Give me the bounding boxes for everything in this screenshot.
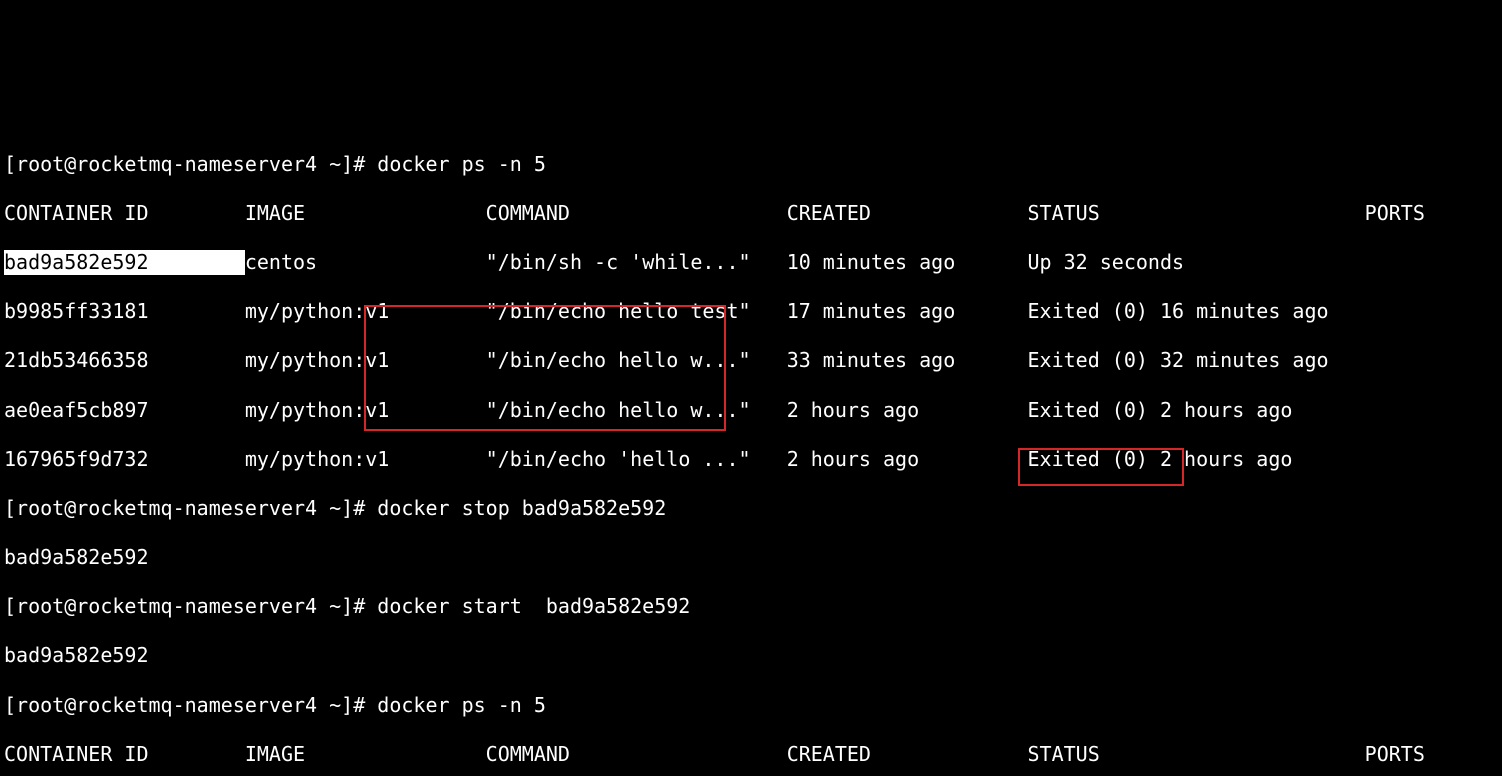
command-docker-ps: docker ps -n 5 bbox=[377, 693, 546, 717]
shell-prompt: [root@rocketmq-nameserver4 ~]# bbox=[4, 152, 377, 176]
col-ports: PORTS bbox=[1365, 742, 1485, 767]
cell-command: "/bin/sh -c 'while..." bbox=[486, 250, 787, 275]
output-line: bad9a582e592 bbox=[4, 545, 1498, 570]
table-row: ae0eaf5cb897 my/python:v1 "/bin/echo hel… bbox=[4, 398, 1498, 423]
cell-status: Up 32 seconds bbox=[1028, 250, 1365, 275]
shell-prompt: [root@rocketmq-nameserver4 ~]# bbox=[4, 693, 377, 717]
prompt-line: [root@rocketmq-nameserver4 ~]# docker ps… bbox=[4, 693, 1498, 718]
cell-image: my/python:v1 bbox=[245, 299, 486, 324]
col-command: COMMAND bbox=[486, 201, 787, 226]
output-line: bad9a582e592 bbox=[4, 643, 1498, 668]
cell-status: Exited (0) 32 minutes ago bbox=[1028, 348, 1365, 373]
cell-created: 33 minutes ago bbox=[787, 348, 1028, 373]
command-docker-ps: docker ps -n 5 bbox=[377, 152, 546, 176]
cell-image: my/python:v1 bbox=[245, 348, 486, 373]
cell-status: Exited (0) 16 minutes ago bbox=[1028, 299, 1365, 324]
col-status: STATUS bbox=[1028, 742, 1365, 767]
col-created: CREATED bbox=[787, 742, 1028, 767]
command-docker-start: docker start bad9a582e592 bbox=[377, 594, 690, 618]
cell-image: my/python:v1 bbox=[245, 398, 486, 423]
cell-command: "/bin/echo hello w..." bbox=[486, 348, 787, 373]
command-docker-stop: docker stop bad9a582e592 bbox=[377, 496, 666, 520]
cell-command: "/bin/echo hello test" bbox=[486, 299, 787, 324]
cell-command: "/bin/echo 'hello ..." bbox=[486, 447, 787, 472]
col-created: CREATED bbox=[787, 201, 1028, 226]
col-status: STATUS bbox=[1028, 201, 1365, 226]
container-id-selected[interactable]: bad9a582e592 bbox=[4, 250, 245, 275]
stop-output: bad9a582e592 bbox=[4, 545, 149, 569]
cell-status: Exited (0) 2 hours ago bbox=[1028, 447, 1365, 472]
col-ports: PORTS bbox=[1365, 201, 1485, 226]
col-container-id: CONTAINER ID bbox=[4, 742, 245, 767]
table-row: b9985ff33181 my/python:v1 "/bin/echo hel… bbox=[4, 299, 1498, 324]
prompt-line: [root@rocketmq-nameserver4 ~]# docker st… bbox=[4, 496, 1498, 521]
cell-image: centos bbox=[245, 250, 486, 275]
table-row: 167965f9d732 my/python:v1 "/bin/echo 'he… bbox=[4, 447, 1498, 472]
shell-prompt: [root@rocketmq-nameserver4 ~]# bbox=[4, 496, 377, 520]
start-output: bad9a582e592 bbox=[4, 643, 149, 667]
cell-container-id: ae0eaf5cb897 bbox=[4, 398, 245, 423]
table-row: 21db53466358 my/python:v1 "/bin/echo hel… bbox=[4, 348, 1498, 373]
cell-image: my/python:v1 bbox=[245, 447, 486, 472]
col-image: IMAGE bbox=[245, 742, 486, 767]
terminal-window[interactable]: [root@rocketmq-nameserver4 ~]# docker ps… bbox=[0, 123, 1502, 653]
cell-created: 17 minutes ago bbox=[787, 299, 1028, 324]
col-container-id: CONTAINER ID bbox=[4, 201, 245, 226]
prompt-line: [root@rocketmq-nameserver4 ~]# docker st… bbox=[4, 594, 1498, 619]
cell-container-id: 21db53466358 bbox=[4, 348, 245, 373]
cell-container-id: b9985ff33181 bbox=[4, 299, 245, 324]
col-command: COMMAND bbox=[486, 742, 787, 767]
table-row: bad9a582e592 centos "/bin/sh -c 'while..… bbox=[4, 250, 1498, 275]
cell-command: "/bin/echo hello w..." bbox=[486, 398, 787, 423]
cell-status: Exited (0) 2 hours ago bbox=[1028, 398, 1365, 423]
prompt-line: [root@rocketmq-nameserver4 ~]# docker ps… bbox=[4, 152, 1498, 177]
table-header: CONTAINER ID IMAGE COMMAND CREATED STATU… bbox=[4, 742, 1498, 767]
cell-created: 2 hours ago bbox=[787, 447, 1028, 472]
cell-created: 10 minutes ago bbox=[787, 250, 1028, 275]
shell-prompt: [root@rocketmq-nameserver4 ~]# bbox=[4, 594, 377, 618]
cell-created: 2 hours ago bbox=[787, 398, 1028, 423]
cell-container-id: 167965f9d732 bbox=[4, 447, 245, 472]
table-header: CONTAINER ID IMAGE COMMAND CREATED STATU… bbox=[4, 201, 1498, 226]
col-image: IMAGE bbox=[245, 201, 486, 226]
